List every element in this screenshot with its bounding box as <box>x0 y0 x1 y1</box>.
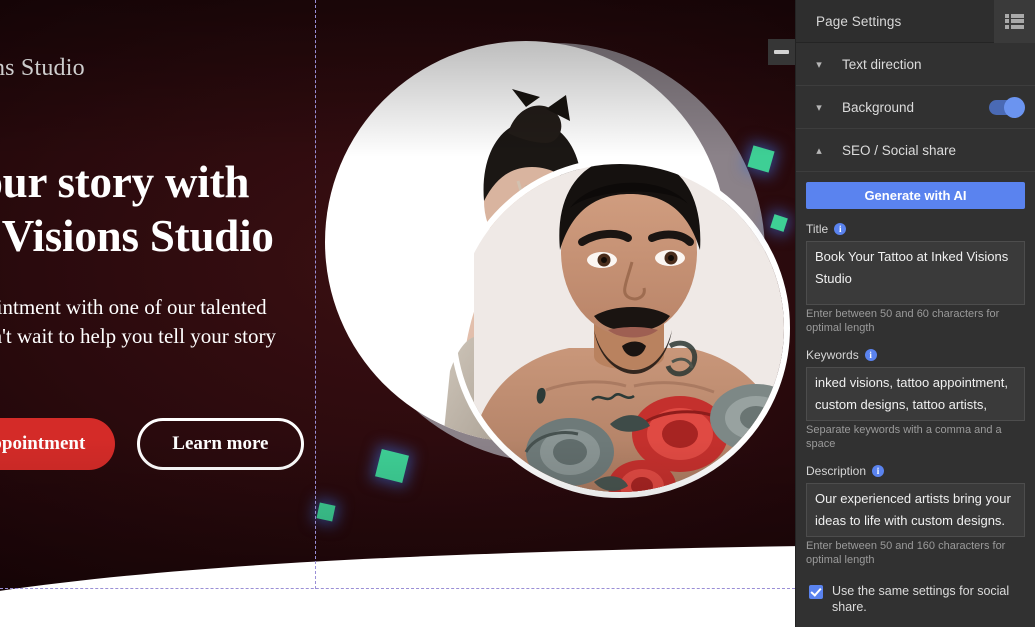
editor-window: Inked Visions Studio Ink your story with… <box>0 0 1035 627</box>
background-toggle[interactable] <box>989 96 1025 118</box>
hero-headline: Ink your story with Inked Visions Studio <box>0 155 300 263</box>
seo-keywords-label: Keywords <box>806 348 859 362</box>
chevron-down-icon: ▾ <box>816 101 822 114</box>
seo-title-input[interactable] <box>806 241 1025 305</box>
seo-description-input[interactable] <box>806 483 1025 537</box>
seo-description-hint: Enter between 50 and 160 characters for … <box>806 540 1006 566</box>
seo-description-label: Description <box>806 464 867 478</box>
layers-list-icon[interactable] <box>994 0 1035 43</box>
generate-with-ai-button[interactable]: Generate with AI <box>806 182 1025 209</box>
hero-headline-line-2: Inked Visions Studio <box>0 211 274 261</box>
hero-image-composition[interactable] <box>305 25 795 585</box>
page-settings-panel: Page Settings ▾ Text direction ▾ Backgro… <box>795 0 1035 627</box>
panel-header: Page Settings <box>796 0 1035 43</box>
accordion-background[interactable]: ▾ Background <box>796 86 1035 129</box>
hero-actions: Book an appointment Learn more <box>0 417 304 470</box>
vertical-guide-line <box>315 0 316 589</box>
accent-diamond <box>316 502 336 522</box>
brand-line: Inked Visions Studio <box>0 55 85 81</box>
book-appointment-button[interactable]: Book an appointment <box>0 417 116 470</box>
use-same-settings-label: Use the same settings for social share. <box>832 584 1010 614</box>
hero-headline-line-1: Ink your story with <box>0 157 250 207</box>
man-portrait-photo <box>474 164 784 492</box>
learn-more-button[interactable]: Learn more <box>137 417 304 470</box>
chevron-down-icon: ▾ <box>816 58 822 71</box>
hero-subtext: Book an appointment with one of our tale… <box>0 295 276 348</box>
use-same-settings-checkbox[interactable] <box>809 585 823 599</box>
site-canvas[interactable]: Inked Visions Studio Ink your story with… <box>0 0 795 627</box>
panel-title: Page Settings <box>816 13 902 29</box>
man-photo-ring-circle <box>450 158 790 498</box>
seo-keywords-hint: Separate keywords with a comma and a spa… <box>806 424 1002 450</box>
accordion-seo-social-share[interactable]: ▴ SEO / Social share <box>796 129 1035 172</box>
accordion-text-direction[interactable]: ▾ Text direction <box>796 43 1035 86</box>
collapse-panel-button[interactable] <box>768 39 795 65</box>
bottom-wave-shape <box>0 543 795 627</box>
info-icon[interactable]: i <box>864 349 877 361</box>
accordion-label: Background <box>842 99 915 115</box>
accordion-label: SEO / Social share <box>842 142 957 158</box>
seo-title-label: Title <box>806 222 829 236</box>
seo-keywords-field: Keywords i Separate keywords with a comm… <box>806 348 1025 451</box>
minus-icon <box>774 50 789 54</box>
info-icon[interactable]: i <box>872 465 885 477</box>
accordion-label: Text direction <box>842 56 922 72</box>
seo-section-body: Generate with AI Title i Enter between 5… <box>796 172 1035 627</box>
hero-copy: Inked Visions Studio Ink your story with… <box>0 55 304 470</box>
seo-title-hint: Enter between 50 and 60 characters for o… <box>806 308 1000 334</box>
seo-keywords-input[interactable] <box>806 367 1025 421</box>
chevron-up-icon: ▴ <box>816 144 822 157</box>
seo-title-field: Title i Enter between 50 and 60 characte… <box>806 222 1025 335</box>
seo-description-field: Description i Enter between 50 and 160 c… <box>806 464 1025 567</box>
info-icon[interactable]: i <box>834 223 847 235</box>
social-share-checkbox-row[interactable]: Use the same settings for social share. <box>806 583 1025 615</box>
horizontal-guide-line <box>0 588 795 589</box>
